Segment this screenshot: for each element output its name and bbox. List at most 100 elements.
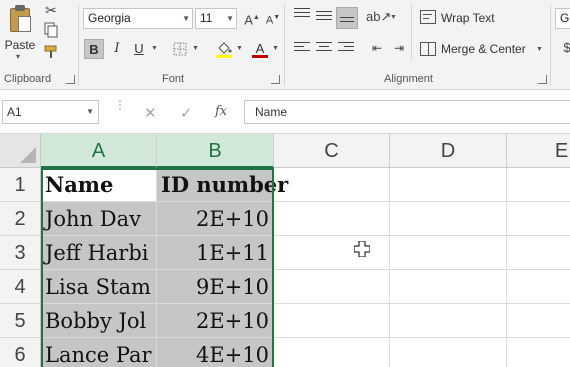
cell-e4[interactable] — [507, 270, 570, 304]
name-box[interactable]: A1 ▼ — [2, 100, 99, 124]
scissors-icon: ✂ — [45, 2, 57, 18]
cell-d4[interactable] — [390, 270, 507, 304]
grow-font-button[interactable]: A▲ — [241, 8, 263, 28]
cell-c4[interactable] — [274, 270, 390, 304]
cell-c3[interactable] — [274, 236, 390, 270]
italic-button[interactable]: I — [107, 39, 127, 59]
underline-button[interactable]: U — [129, 39, 149, 59]
merge-center-button[interactable]: Merge & Center — [441, 42, 526, 56]
align-left-button[interactable] — [294, 42, 310, 56]
cell-a1[interactable]: Name — [41, 168, 157, 202]
worksheet-grid: A B C D E 1 2 3 4 5 6 Name ID number Joh… — [0, 134, 570, 367]
orientation-button[interactable]: ab↗ — [366, 7, 392, 27]
font-color-bar — [252, 55, 268, 58]
number-format-select[interactable]: Ge — [555, 8, 570, 29]
cell-e6[interactable] — [507, 338, 570, 367]
borders-dropdown-icon[interactable]: ▼ — [192, 45, 199, 52]
cell-d2[interactable] — [390, 202, 507, 236]
divider — [284, 4, 285, 86]
cell-c6[interactable] — [274, 338, 390, 367]
accounting-format-button[interactable]: $ — [556, 38, 570, 58]
clipboard-launcher-icon[interactable] — [66, 75, 75, 84]
cell-d3[interactable] — [390, 236, 507, 270]
column-header-e[interactable]: E — [507, 134, 570, 168]
font-color-dropdown-icon[interactable]: ▼ — [272, 45, 279, 52]
fill-bucket-icon — [216, 42, 232, 58]
alignment-group-label: Alignment — [384, 73, 433, 85]
formula-input[interactable]: Name — [244, 100, 570, 124]
cell-b2[interactable]: 2E+10 — [157, 202, 274, 236]
copy-button[interactable] — [40, 20, 62, 40]
bold-button[interactable]: B — [84, 39, 104, 59]
chevron-down-icon: ▼ — [226, 14, 234, 23]
cell-a6[interactable]: Lance Par — [41, 338, 157, 367]
select-all-button[interactable] — [0, 134, 41, 168]
middle-align-button[interactable] — [316, 11, 332, 25]
cancel-icon[interactable]: ✕ — [144, 104, 157, 122]
cell-b5[interactable]: 2E+10 — [157, 304, 274, 338]
cell-a5[interactable]: Bobby Jol — [41, 304, 157, 338]
fill-color-button[interactable] — [214, 39, 234, 59]
wrap-text-button[interactable]: Wrap Text — [441, 11, 495, 25]
row-header-6[interactable]: 6 — [0, 338, 41, 367]
row-header-4[interactable]: 4 — [0, 270, 41, 304]
increase-indent-button[interactable]: ⇥ — [388, 38, 410, 58]
column-header-b[interactable]: B — [157, 134, 274, 168]
bottom-align-button[interactable] — [336, 7, 358, 29]
underline-icon: U — [134, 41, 144, 56]
align-right-button[interactable] — [338, 42, 354, 56]
decrease-indent-icon: ⇤ — [371, 41, 383, 55]
font-launcher-icon[interactable] — [271, 75, 280, 84]
cell-e2[interactable] — [507, 202, 570, 236]
cell-b1[interactable]: ID number — [157, 168, 288, 202]
italic-icon: I — [114, 41, 120, 56]
shrink-font-button[interactable]: A▼ — [262, 8, 284, 28]
row-header-3[interactable]: 3 — [0, 236, 41, 270]
paste-button[interactable]: Paste ▾ — [4, 2, 36, 62]
column-header-d[interactable]: D — [390, 134, 507, 168]
borders-button[interactable] — [170, 39, 190, 59]
fill-color-dropdown-icon[interactable]: ▼ — [236, 45, 243, 52]
font-size-select[interactable]: 11 ▼ — [195, 8, 237, 29]
enter-icon[interactable]: ✓ — [180, 104, 193, 122]
paste-dropdown-icon[interactable]: ▾ — [16, 52, 20, 61]
cell-b3[interactable]: 1E+11 — [157, 236, 274, 270]
cell-c1[interactable] — [274, 168, 390, 202]
format-painter-button[interactable] — [40, 42, 62, 62]
cell-a4[interactable]: Lisa Stam — [41, 270, 157, 304]
font-name-select[interactable]: Georgia ▼ — [83, 8, 193, 29]
cell-e1[interactable] — [507, 168, 570, 202]
insert-function-icon[interactable]: fx — [215, 104, 227, 119]
cell-b4[interactable]: 9E+10 — [157, 270, 274, 304]
row-header-1[interactable]: 1 — [0, 168, 41, 202]
formula-bar-resize-handle[interactable]: ⋮ — [114, 99, 126, 111]
cell-d6[interactable] — [390, 338, 507, 367]
column-header-c[interactable]: C — [274, 134, 390, 168]
decrease-indent-button[interactable]: ⇤ — [366, 38, 388, 58]
alignment-launcher-icon[interactable] — [538, 75, 547, 84]
row-header-5[interactable]: 5 — [0, 304, 41, 338]
merge-center-dropdown-icon[interactable]: ▼ — [536, 46, 543, 53]
cell-e3[interactable] — [507, 236, 570, 270]
cell-d5[interactable] — [390, 304, 507, 338]
name-box-value: A1 — [7, 105, 22, 119]
currency-icon: $ — [563, 40, 570, 55]
cell-b6[interactable]: 4E+10 — [157, 338, 274, 367]
row-header-2[interactable]: 2 — [0, 202, 41, 236]
cell-c5[interactable] — [274, 304, 390, 338]
font-color-button[interactable]: A — [250, 39, 270, 59]
cell-a2[interactable]: John Dav — [41, 202, 157, 236]
cell-a3[interactable]: Jeff Harbi — [41, 236, 157, 270]
top-align-button[interactable] — [294, 8, 310, 22]
cut-button[interactable]: ✂ — [40, 0, 62, 20]
cell-c2[interactable] — [274, 202, 390, 236]
orientation-dropdown-icon[interactable]: ▼ — [390, 14, 397, 21]
column-header-a[interactable]: A — [41, 134, 157, 168]
cell-d1[interactable] — [390, 168, 507, 202]
wrap-text-icon — [420, 10, 436, 24]
cell-e5[interactable] — [507, 304, 570, 338]
orientation-icon: ab↗ — [366, 9, 392, 24]
underline-dropdown-icon[interactable]: ▼ — [151, 45, 158, 52]
formula-content: Name — [255, 105, 288, 119]
align-center-button[interactable] — [316, 42, 332, 56]
